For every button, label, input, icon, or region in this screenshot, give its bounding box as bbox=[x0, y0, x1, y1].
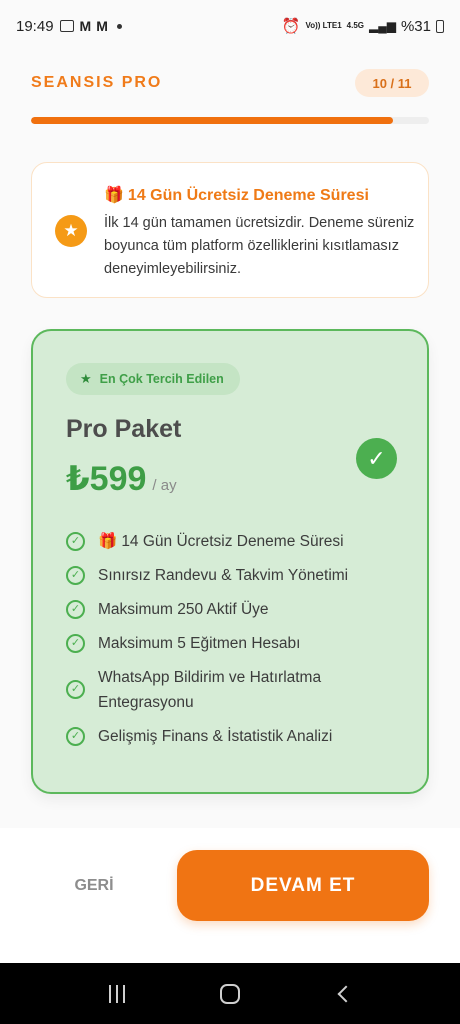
notification-dot-icon bbox=[116, 23, 122, 29]
check-circle-icon: ✓ bbox=[66, 727, 85, 746]
back-chevron-icon bbox=[337, 985, 355, 1002]
feature-item: ✓ Sınırsız Randevu & Takvim Yönetimi bbox=[66, 563, 396, 588]
app-title: SEANSIS PRO bbox=[31, 74, 163, 91]
onboarding-header: SEANSIS PRO 10 / 11 bbox=[31, 68, 429, 98]
selected-check-icon: ✓ bbox=[356, 438, 397, 479]
check-circle-icon: ✓ bbox=[66, 600, 85, 619]
gmail-icon-2: M bbox=[96, 18, 108, 34]
feature-label: Maksimum 250 Aktif Üye bbox=[98, 601, 269, 618]
feature-label: Gelişmiş Finans & İstatistik Analizi bbox=[98, 728, 333, 745]
battery-icon bbox=[436, 19, 444, 33]
step-counter-badge: 10 / 11 bbox=[355, 69, 429, 97]
feature-item: ✓ Gelişmiş Finans & İstatistik Analizi bbox=[66, 724, 396, 749]
trial-description: İlk 14 gün tamamen ücretsizdir. Deneme s… bbox=[104, 215, 415, 277]
home-button[interactable] bbox=[210, 974, 250, 1014]
system-navigation-bar bbox=[0, 963, 460, 1024]
feature-item: ✓ 🎁 14 Gün Ücretsiz Deneme Süresi bbox=[66, 529, 396, 554]
feature-label: Sınırsız Randevu & Takvim Yönetimi bbox=[98, 567, 349, 584]
trial-info-card: ★ 🎁 14 Gün Ücretsiz Deneme Süresi İlk 14 … bbox=[31, 162, 429, 298]
feature-label: 14 Gün Ücretsiz Deneme Süresi bbox=[121, 533, 344, 550]
check-circle-icon: ✓ bbox=[66, 634, 85, 653]
alarm-icon: ⏰ bbox=[281, 18, 301, 35]
feature-item: ✓ WhatsApp Bildirim ve Hatırlatma Entegr… bbox=[66, 665, 396, 715]
pro-plan-card[interactable]: ★ En Çok Tercih Edilen Pro Paket ₺599 / … bbox=[31, 329, 429, 794]
network-label: Vo)) LTE1 bbox=[305, 21, 342, 30]
status-time: 19:49 bbox=[16, 17, 54, 35]
plan-period: / ay bbox=[152, 477, 177, 494]
status-right: ⏰ Vo)) LTE1 4.5G ▂▄▆ %31 bbox=[282, 17, 444, 35]
network-gen: 4.5G bbox=[346, 21, 364, 30]
trial-title: 🎁 14 Gün Ücretsiz Deneme Süresi bbox=[104, 185, 369, 205]
home-icon bbox=[219, 983, 240, 1004]
check-circle-icon: ✓ bbox=[66, 680, 85, 699]
recent-apps-button[interactable] bbox=[97, 974, 137, 1014]
battery-level: %31 bbox=[400, 17, 431, 35]
badge-label: En Çok Tercih Edilen bbox=[99, 372, 224, 386]
most-popular-badge: ★ En Çok Tercih Edilen bbox=[66, 363, 240, 395]
feature-list: ✓ 🎁 14 Gün Ücretsiz Deneme Süresi ✓ Sınır… bbox=[66, 529, 396, 758]
star-icon: ★ bbox=[80, 371, 92, 386]
feature-text: 🎁 14 Gün Ücretsiz Deneme Süresi bbox=[98, 529, 344, 554]
check-circle-icon: ✓ bbox=[66, 532, 85, 551]
recent-apps-icon bbox=[108, 984, 125, 1003]
star-icon: ★ bbox=[55, 215, 87, 247]
signal-icon: ▂▄▆ bbox=[369, 19, 396, 33]
feature-item: ✓ Maksimum 5 Eğitmen Hesabı bbox=[66, 631, 396, 656]
plan-price-row: ₺599 / ay bbox=[66, 459, 177, 499]
gallery-icon bbox=[59, 20, 74, 32]
check-circle-icon: ✓ bbox=[66, 566, 85, 585]
feature-item: ✓ Maksimum 250 Aktif Üye bbox=[66, 597, 396, 622]
feature-label: Maksimum 5 Eğitmen Hesabı bbox=[98, 635, 301, 652]
plan-price: ₺599 bbox=[66, 460, 147, 498]
gmail-icon: M bbox=[79, 18, 92, 34]
gift-icon: 🎁 bbox=[104, 187, 124, 204]
feature-label: WhatsApp Bildirim ve Hatırlatma Entegras… bbox=[98, 669, 322, 711]
back-button[interactable]: GERİ bbox=[62, 868, 126, 904]
status-left: 19:49 M M bbox=[16, 18, 122, 35]
gift-icon: 🎁 bbox=[98, 533, 118, 550]
footer-actions: GERİ DEVAM ET bbox=[0, 828, 460, 963]
status-bar: 19:49 M M ⏰ Vo)) LTE1 4.5G ▂▄▆ %31 bbox=[0, 0, 460, 52]
continue-button[interactable]: DEVAM ET bbox=[177, 850, 429, 921]
system-back-button[interactable] bbox=[323, 974, 363, 1014]
progress-bar-fill bbox=[31, 117, 394, 124]
plan-name: Pro Paket bbox=[66, 415, 182, 443]
trial-title-text: 14 Gün Ücretsiz Deneme Süresi bbox=[127, 187, 369, 204]
progress-bar bbox=[31, 117, 429, 124]
